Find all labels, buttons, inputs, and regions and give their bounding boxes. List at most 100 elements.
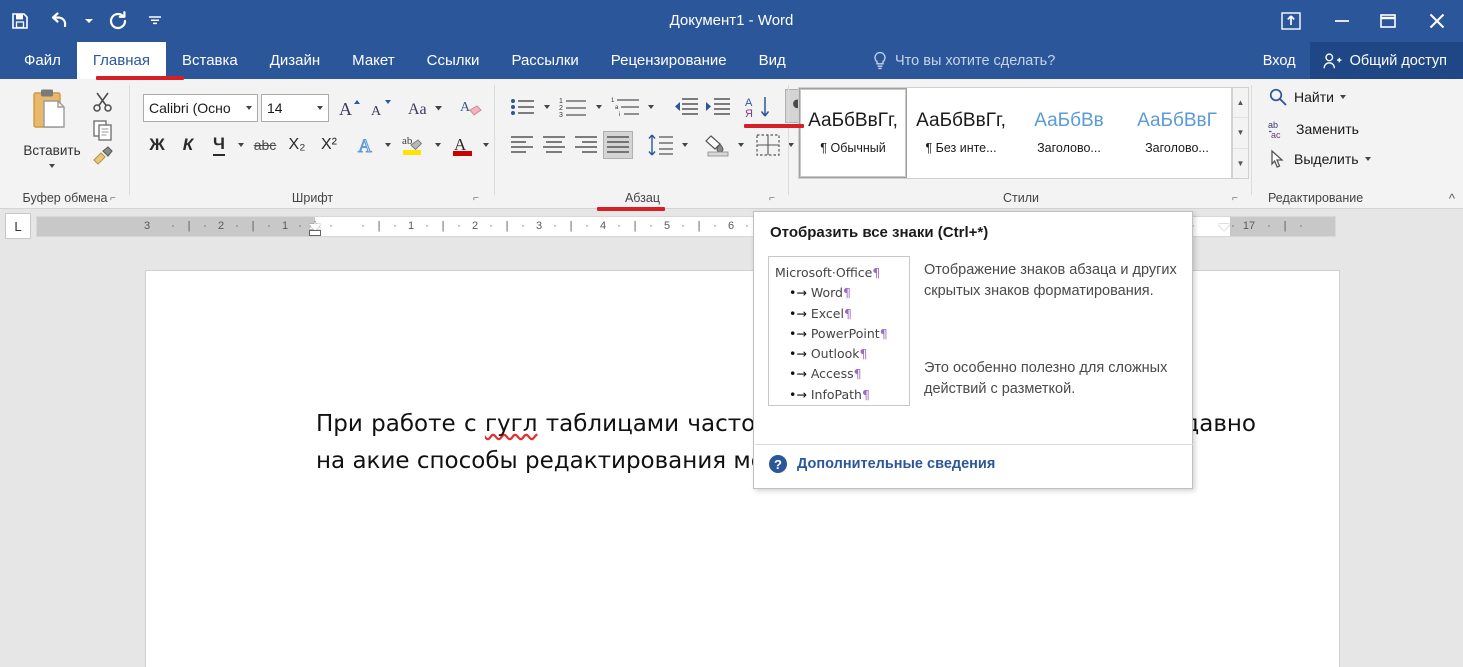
bullets-button[interactable] — [507, 93, 539, 121]
sign-in-button[interactable]: Вход — [1249, 53, 1310, 69]
svg-text:ac: ac — [1271, 130, 1281, 139]
borders-button[interactable] — [753, 131, 783, 159]
style-item-heading-2[interactable]: АаБбВвГ Заголово... — [1123, 88, 1231, 178]
svg-text:A: A — [460, 100, 471, 115]
clipboard-dialog-launcher[interactable]: ⌐ — [110, 193, 116, 204]
highlight-dropdown-icon[interactable] — [431, 137, 445, 153]
share-button[interactable]: Общий доступ — [1310, 42, 1463, 79]
close-button[interactable] — [1411, 0, 1463, 42]
clear-formatting-button[interactable]: A — [457, 95, 487, 121]
italic-button[interactable]: К — [174, 131, 202, 159]
undo-icon[interactable] — [40, 0, 80, 42]
style-item-heading-1[interactable]: АаБбВв Заголово... — [1015, 88, 1123, 178]
right-indent-marker[interactable] — [1218, 224, 1230, 231]
tell-me-search[interactable]: Что вы хотите сделать? — [872, 42, 1055, 79]
replace-icon: abac — [1268, 119, 1290, 139]
superscript-button[interactable]: X² — [314, 131, 344, 159]
font-color-dropdown-icon[interactable] — [479, 137, 493, 153]
tab-view[interactable]: Вид — [743, 42, 802, 79]
tooltip-more-info-link[interactable]: ? Дополнительные сведения — [768, 454, 995, 474]
align-right-button[interactable] — [571, 131, 601, 159]
styles-gallery-scrollbar[interactable]: ▲ ▼ ▼ — [1232, 87, 1249, 179]
tab-design[interactable]: Дизайн — [254, 42, 336, 79]
bold-label: Ж — [149, 135, 164, 155]
font-dialog-launcher[interactable]: ⌐ — [473, 193, 479, 204]
select-button[interactable]: Выделить — [1268, 149, 1371, 169]
tab-review[interactable]: Рецензирование — [595, 42, 743, 79]
paste-button[interactable]: Вставить — [16, 87, 88, 183]
text-effects-button[interactable]: A — [352, 131, 380, 159]
maximize-button[interactable] — [1365, 0, 1411, 42]
text-highlight-button[interactable]: ab — [398, 131, 430, 159]
shrink-font-button[interactable]: A — [367, 95, 395, 121]
font-color-button[interactable]: A — [448, 131, 478, 159]
underline-dropdown-icon[interactable] — [234, 137, 248, 153]
tab-stop-selector[interactable]: L — [5, 213, 31, 239]
superscript-label: X² — [321, 136, 337, 154]
find-dropdown-icon[interactable] — [1340, 95, 1346, 99]
cut-button[interactable] — [88, 87, 118, 117]
tab-mailings[interactable]: Рассылки — [495, 42, 594, 79]
customize-qat-icon[interactable] — [138, 0, 172, 42]
tab-file[interactable]: Файл — [8, 42, 77, 79]
shading-button[interactable] — [703, 131, 733, 159]
minimize-button[interactable] — [1319, 0, 1365, 42]
sort-button[interactable]: AЯ — [743, 93, 775, 121]
multilevel-dropdown-icon[interactable] — [644, 99, 658, 115]
decrease-indent-button[interactable] — [671, 93, 701, 121]
select-dropdown-icon[interactable] — [1365, 157, 1371, 161]
find-button[interactable]: Найти — [1268, 87, 1346, 107]
paragraph-dialog-launcher[interactable]: ⌐ — [769, 193, 775, 204]
undo-dropdown-icon[interactable] — [80, 0, 98, 42]
chevron-down-icon[interactable] — [241, 106, 257, 110]
tooltip-title: Отобразить все знаки (Ctrl+*) — [770, 224, 988, 241]
annotation-underline-home-tab — [96, 76, 184, 80]
increase-indent-button[interactable] — [703, 93, 733, 121]
tab-references[interactable]: Ссылки — [411, 42, 496, 79]
font-size-combo[interactable]: 14 — [261, 94, 329, 122]
tab-home[interactable]: Главная — [77, 42, 166, 79]
font-family-combo[interactable]: Calibri (Осно — [143, 94, 258, 122]
format-painter-button[interactable] — [88, 141, 118, 171]
save-icon[interactable] — [0, 0, 40, 42]
justify-button[interactable] — [603, 131, 633, 159]
align-center-button[interactable] — [539, 131, 569, 159]
pilcrow-icon: ¶ — [880, 326, 888, 341]
document-canvas: При работе с гугл таблицами часто пбцов,… — [0, 242, 1463, 667]
strikethrough-button[interactable]: abc — [250, 131, 280, 159]
tab-layout[interactable]: Макет — [336, 42, 410, 79]
styles-dialog-launcher[interactable]: ⌐ — [1232, 193, 1238, 204]
shading-dropdown-icon[interactable] — [734, 137, 748, 153]
bullets-dropdown-icon[interactable] — [540, 99, 554, 115]
svg-text:3: 3 — [559, 112, 563, 118]
replace-button[interactable]: abac Заменить — [1268, 119, 1359, 139]
style-item-normal[interactable]: АаБбВвГг, ¶ Обычный — [799, 88, 907, 178]
gallery-scroll-up-icon[interactable]: ▲ — [1233, 88, 1248, 118]
bold-button[interactable]: Ж — [143, 131, 171, 159]
numbering-button[interactable]: 123 — [557, 93, 591, 121]
person-add-icon — [1322, 51, 1342, 71]
grow-font-button[interactable]: A — [336, 95, 364, 121]
style-preview: АаБбВвГ — [1137, 111, 1217, 132]
style-name: Заголово... — [1037, 141, 1101, 155]
change-case-button[interactable]: Aa — [405, 95, 449, 121]
line-spacing-dropdown-icon[interactable] — [678, 137, 692, 153]
align-left-button[interactable] — [507, 131, 537, 159]
multilevel-list-button[interactable]: 1ai — [609, 93, 643, 121]
left-indent-marker[interactable] — [309, 230, 321, 236]
tab-insert[interactable]: Вставка — [166, 42, 254, 79]
line-spacing-button[interactable] — [645, 131, 677, 159]
gallery-scroll-down-icon[interactable]: ▼ — [1233, 118, 1248, 148]
style-item-no-spacing[interactable]: АаБбВвГг, ¶ Без инте... — [907, 88, 1015, 178]
subscript-button[interactable]: X₂ — [282, 131, 312, 159]
gallery-more-icon[interactable]: ▼ — [1233, 149, 1248, 178]
underline-button[interactable]: Ч — [205, 131, 233, 159]
quick-access-toolbar — [0, 0, 172, 42]
numbering-dropdown-icon[interactable] — [592, 99, 606, 115]
chevron-down-icon[interactable] — [312, 106, 328, 110]
text-effects-dropdown-icon[interactable] — [381, 137, 395, 153]
ribbon-display-options-icon[interactable] — [1263, 0, 1319, 42]
redo-icon[interactable] — [98, 0, 138, 42]
paste-dropdown-icon[interactable] — [49, 164, 55, 168]
collapse-ribbon-button[interactable]: ^ — [1449, 191, 1455, 206]
